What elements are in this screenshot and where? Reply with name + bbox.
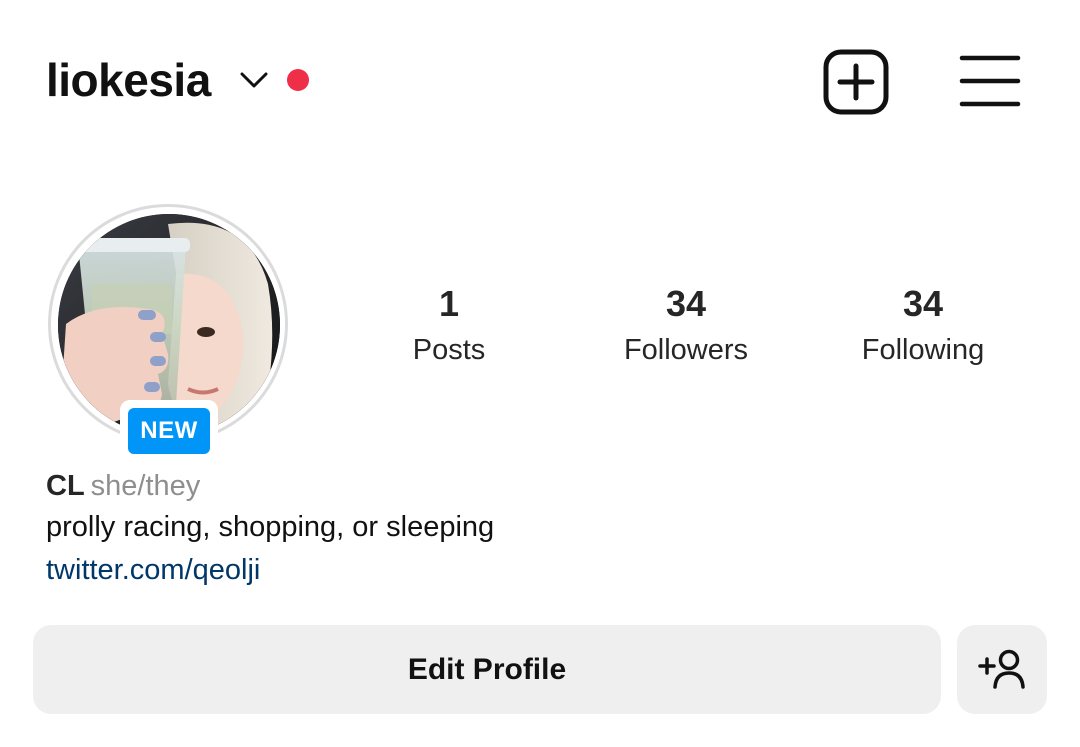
- stat-following-count: 34: [902, 283, 944, 324]
- profile-username[interactable]: liokesia: [46, 52, 211, 108]
- bio-text: prolly racing, shopping, or sleeping: [46, 511, 495, 543]
- add-person-icon: [978, 649, 1025, 689]
- stat-posts-label: Posts: [412, 334, 486, 366]
- new-badge-label: NEW: [128, 408, 210, 454]
- stat-following-label: Following: [861, 334, 985, 366]
- bio-name-line: CL she/they: [46, 466, 200, 506]
- stat-followers[interactable]: 34 Followers: [586, 282, 786, 370]
- stat-following[interactable]: 34 Following: [823, 282, 1023, 370]
- bio-pronouns: she/they: [90, 470, 201, 502]
- discover-people-button[interactable]: [957, 625, 1047, 714]
- stat-posts[interactable]: 1 Posts: [349, 282, 549, 370]
- stat-followers-count: 34: [665, 283, 707, 324]
- create-post-icon[interactable]: [822, 48, 890, 116]
- edit-profile-button[interactable]: Edit Profile: [33, 625, 941, 714]
- new-badge: NEW: [120, 400, 218, 462]
- bio-link[interactable]: twitter.com/qeolji: [46, 550, 260, 590]
- hamburger-menu-icon[interactable]: [958, 52, 1022, 112]
- bio-name: CL: [46, 470, 85, 502]
- profile-page: liokesia NEW 1 Posts 34 Followers 34 Fol…: [0, 0, 1080, 747]
- notification-dot: [287, 69, 309, 91]
- stat-posts-count: 1: [438, 283, 460, 324]
- chevron-down-icon[interactable]: [238, 64, 270, 96]
- stat-followers-label: Followers: [623, 334, 749, 366]
